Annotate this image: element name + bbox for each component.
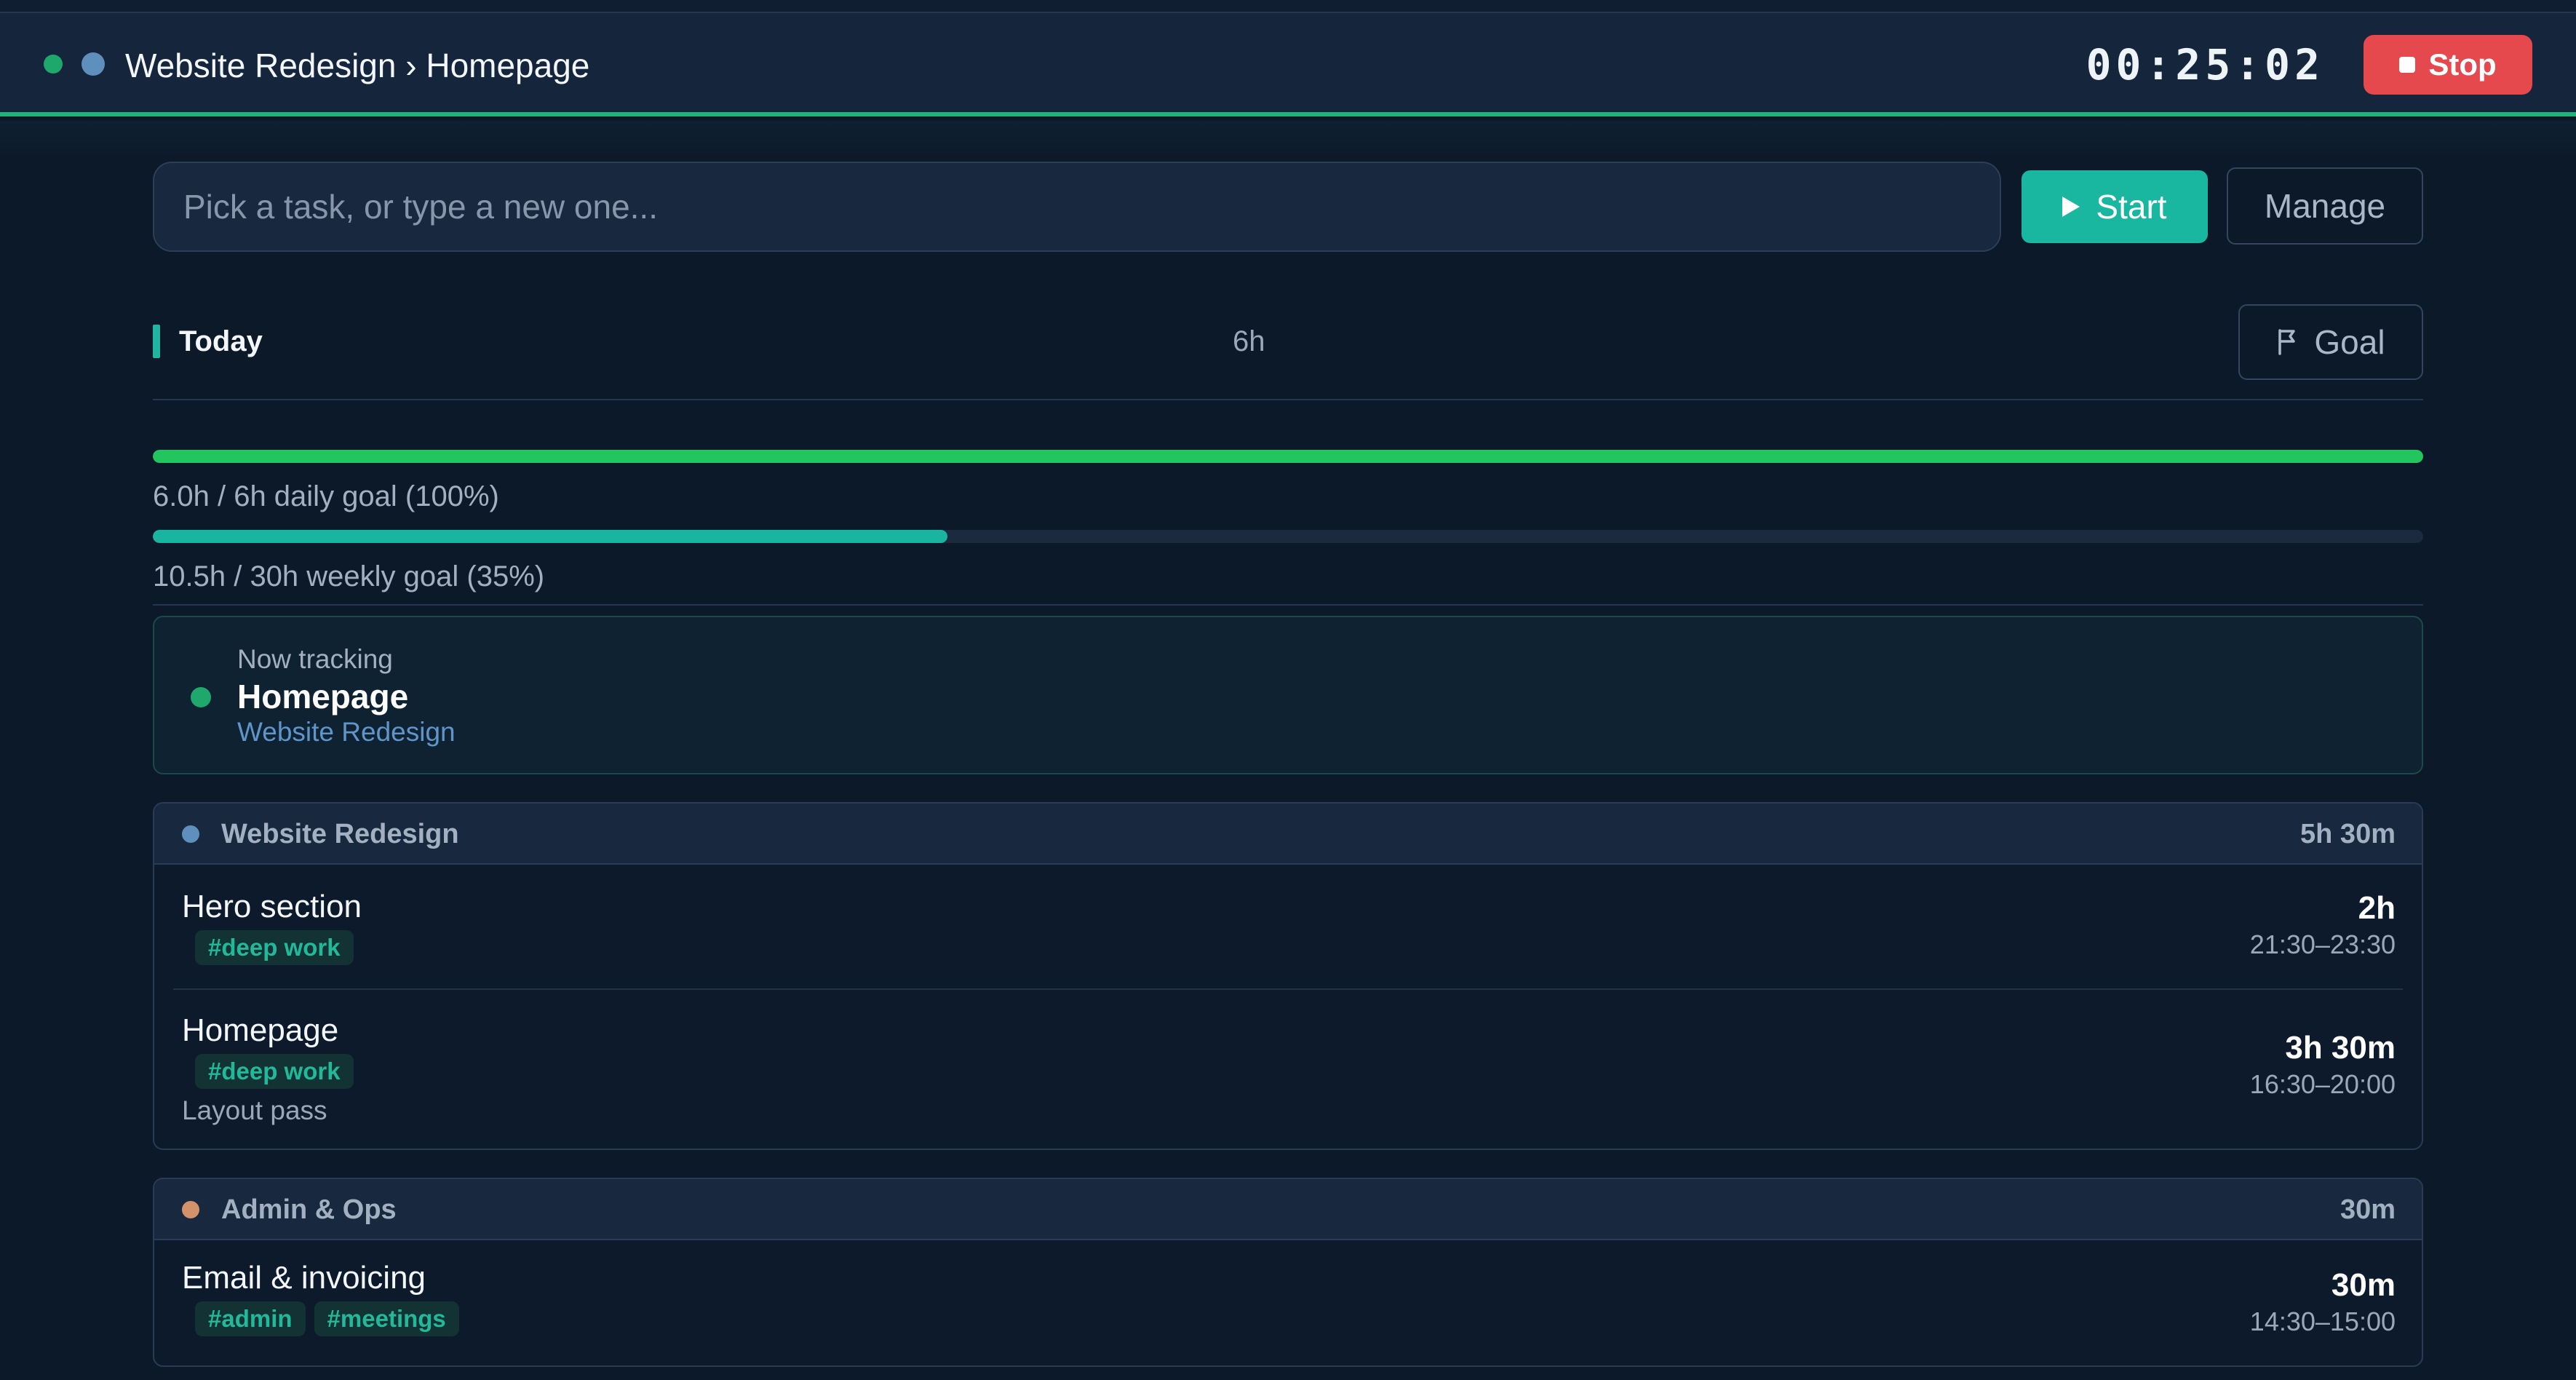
start-button-label: Start xyxy=(2096,188,2167,226)
project-color-dot xyxy=(82,52,105,76)
entry-title: Hero section xyxy=(182,889,362,924)
daily-goal-label: 6.0h / 6h daily goal (100%) xyxy=(153,480,499,512)
goals-divider xyxy=(153,604,2423,606)
stop-icon xyxy=(2399,57,2416,73)
goal-button[interactable]: Goal xyxy=(2238,304,2423,380)
today-total-hours: 6h xyxy=(1233,325,1265,357)
entry-duration: 3h 30m xyxy=(2285,1030,2396,1066)
now-tracking-task: Homepage xyxy=(237,678,409,715)
tag-chip[interactable]: #deep work xyxy=(195,1054,354,1089)
task-input[interactable] xyxy=(153,162,2001,252)
start-button[interactable]: Start xyxy=(2022,170,2208,243)
header-shadow xyxy=(0,121,2576,157)
daily-goal-progress xyxy=(153,450,2423,463)
now-tracking-card[interactable]: Now tracking Homepage Website Redesign xyxy=(153,616,2423,774)
project-name: Website Redesign xyxy=(221,819,459,849)
time-entry[interactable]: Hero section #deep work 2h 21:30–23:30 xyxy=(154,865,2422,988)
entry-tags: #deep work xyxy=(195,930,354,965)
tracking-header: Website Redesign › Homepage 00:25:02 Sto… xyxy=(0,13,2576,116)
weekly-goal-fill xyxy=(153,530,947,543)
running-status-dot xyxy=(44,55,63,74)
breadcrumb: Website Redesign › Homepage xyxy=(125,47,590,84)
project-name: Admin & Ops xyxy=(221,1194,397,1225)
project-color-dot xyxy=(182,1201,199,1218)
project-group-header[interactable]: Website Redesign 5h 30m xyxy=(154,804,2422,865)
top-edge xyxy=(0,0,2576,13)
stop-button[interactable]: Stop xyxy=(2364,35,2532,95)
weekly-goal-label: 10.5h / 30h weekly goal (35%) xyxy=(153,560,545,592)
manage-button[interactable]: Manage xyxy=(2227,167,2423,245)
entry-time-range: 16:30–20:00 xyxy=(2249,1069,2396,1099)
flag-icon xyxy=(2278,329,2296,355)
elapsed-timer: 00:25:02 xyxy=(2086,40,2324,90)
now-tracking-project: Website Redesign xyxy=(237,717,456,747)
project-group: Website Redesign 5h 30m Hero section #de… xyxy=(153,802,2423,1150)
entry-note: Layout pass xyxy=(182,1095,327,1125)
entry-title: Homepage xyxy=(182,1012,339,1048)
today-accent-bar xyxy=(153,325,160,358)
daily-goal-fill xyxy=(153,450,2423,463)
time-entry[interactable]: Homepage #deep work Layout pass 3h 30m 1… xyxy=(154,988,2422,1149)
tag-chip[interactable]: #admin xyxy=(195,1301,306,1336)
entry-duration: 30m xyxy=(2331,1267,2396,1303)
entry-tags: #deep work xyxy=(195,1054,354,1089)
today-label: Today xyxy=(179,325,263,357)
weekly-goal-progress xyxy=(153,530,2423,543)
entry-tags: #admin #meetings xyxy=(195,1301,459,1336)
project-group-header[interactable]: Admin & Ops 30m xyxy=(154,1179,2422,1240)
app-window: Website Redesign › Homepage 00:25:02 Sto… xyxy=(0,0,2576,1380)
entry-title: Email & invoicing xyxy=(182,1260,426,1296)
entry-time-range: 14:30–15:00 xyxy=(2249,1306,2396,1336)
tracking-status-dot xyxy=(191,687,211,707)
project-total: 30m xyxy=(2340,1194,2396,1225)
project-group: Admin & Ops 30m Email & invoicing #admin… xyxy=(153,1178,2423,1367)
now-tracking-label: Now tracking xyxy=(237,644,393,674)
tag-chip[interactable]: #deep work xyxy=(195,930,354,965)
project-total: 5h 30m xyxy=(2300,819,2396,849)
goal-button-label: Goal xyxy=(2314,323,2385,361)
entry-duration: 2h xyxy=(2358,890,2396,926)
entry-time-range: 21:30–23:30 xyxy=(2249,929,2396,959)
time-entry[interactable]: Email & invoicing #admin #meetings 30m 1… xyxy=(154,1240,2422,1365)
today-divider xyxy=(153,399,2423,400)
project-color-dot xyxy=(182,825,199,843)
tag-chip[interactable]: #meetings xyxy=(314,1301,459,1336)
stop-button-label: Stop xyxy=(2428,47,2497,82)
play-icon xyxy=(2062,197,2080,217)
